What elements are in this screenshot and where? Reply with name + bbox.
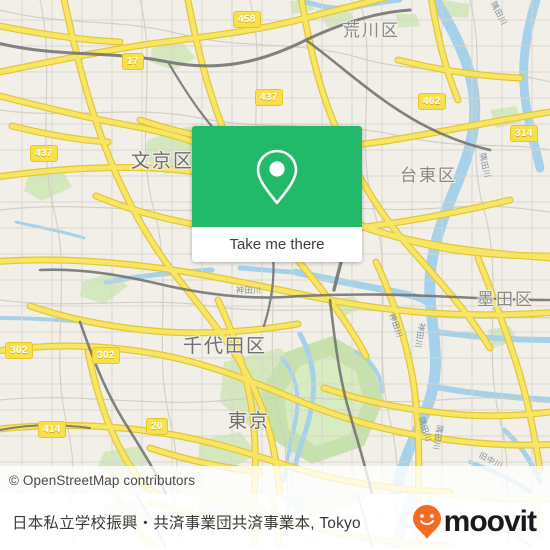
map-label-taito: 台東区 (400, 166, 457, 185)
road-shield-17[interactable]: 17 (122, 53, 144, 70)
moovit-wordmark: moovit (443, 505, 537, 538)
card-pin-area (192, 126, 362, 227)
road-shield-20[interactable]: 20 (146, 418, 168, 435)
map-label-tokyo: 東京 (228, 411, 271, 432)
map-label-sumida: 墨田区 (477, 290, 534, 309)
take-me-there-button[interactable]: Take me there (192, 227, 362, 262)
footer-bar: 日本私立学校振興・共済事業団共済事業本, Tokyo moovit (0, 494, 550, 550)
road-shield-314[interactable]: 314 (510, 125, 538, 142)
road-shield-302-west[interactable]: 302 (5, 342, 33, 359)
map-label-bunkyo: 文京区 (131, 151, 195, 172)
road-shield-458[interactable]: 458 (233, 11, 261, 28)
map-attribution: © OpenStreetMap contributors (0, 466, 550, 494)
road-shield-437-west[interactable]: 437 (30, 145, 58, 162)
map-label-arakawa: 荒川区 (343, 21, 400, 40)
moovit-logo[interactable]: moovit (411, 504, 537, 540)
moovit-pin-smiley-icon (412, 505, 441, 539)
place-title: 日本私立学校振興・共済事業団共済事業本, Tokyo (12, 515, 361, 532)
take-me-there-card[interactable]: Take me there (192, 126, 362, 262)
map-screenshot-root: 文京区 荒川区 台東区 墨田区 千代田区 東京 隅田川 隅田川 隅田川 神田川 … (0, 0, 550, 550)
road-shield-437[interactable]: 437 (255, 89, 283, 106)
take-me-there-label: Take me there (229, 236, 325, 253)
road-shield-462[interactable]: 462 (418, 93, 446, 110)
map-label-river: 神田川 (236, 286, 262, 295)
road-shield-302[interactable]: 302 (92, 347, 120, 364)
map-pin-icon (256, 149, 298, 204)
map-label-chiyoda: 千代田区 (183, 336, 268, 357)
attribution-text: © OpenStreetMap contributors (9, 472, 196, 488)
road-shield-414[interactable]: 414 (38, 421, 66, 438)
